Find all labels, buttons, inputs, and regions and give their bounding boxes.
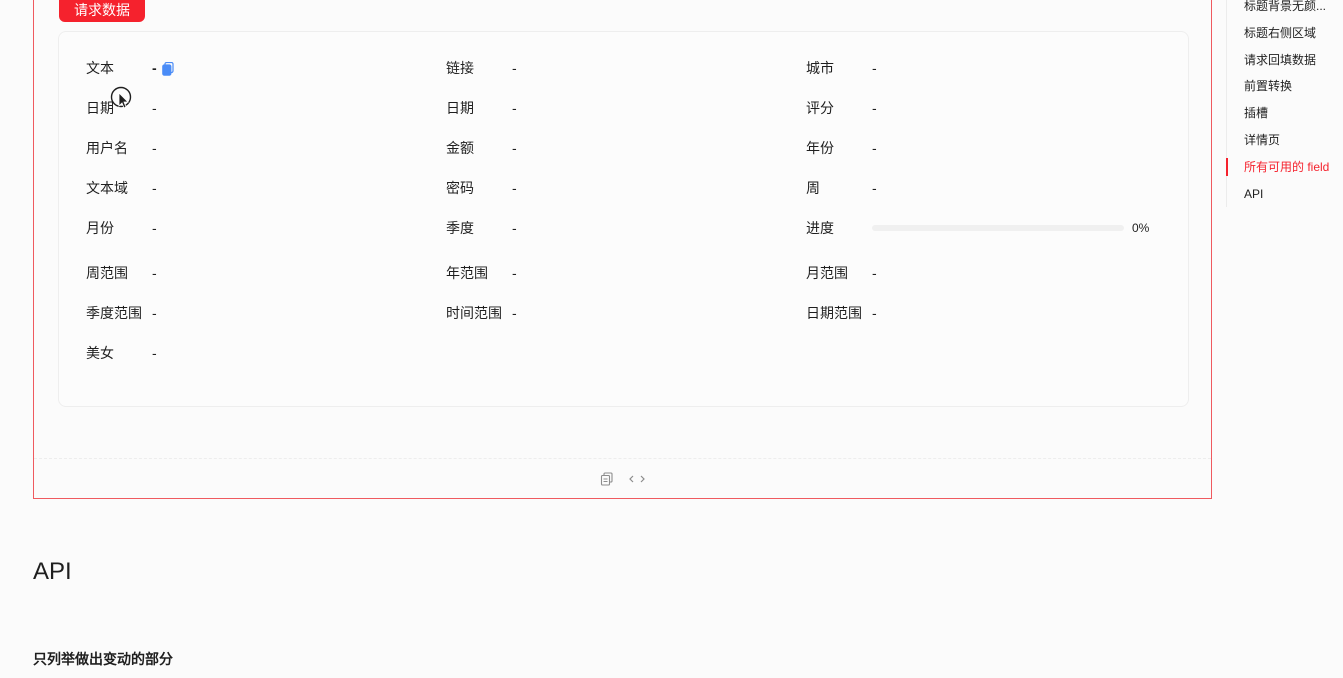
field-label: 密码 <box>446 180 474 196</box>
field-value: - <box>512 100 517 116</box>
field-value: - <box>872 305 877 321</box>
field-label: 年份 <box>806 140 834 156</box>
field-value: - <box>872 60 877 76</box>
demo-frame: 请求数据 文本 - 链接 - 城市 - 日期 - 日期 - 评分 - 用户名 -… <box>33 0 1212 499</box>
anchor-item-detail[interactable]: 详情页 <box>1244 132 1280 148</box>
field-label: 季度范围 <box>86 305 142 321</box>
progress-bar: 0% <box>872 218 1149 238</box>
field-label: 进度 <box>806 220 834 236</box>
anchor-item-title-bg[interactable]: 标题背景无颜... <box>1244 0 1326 14</box>
field-label: 文本 <box>86 60 114 76</box>
field-label: 文本域 <box>86 180 128 196</box>
anchor-item-title-extra[interactable]: 标题右侧区域 <box>1244 25 1316 41</box>
copy-code-icon[interactable] <box>600 472 614 486</box>
field-label: 评分 <box>806 100 834 116</box>
demo-footer-actions <box>34 458 1211 499</box>
field-value: - <box>872 180 877 196</box>
api-heading: API <box>33 558 72 585</box>
field-progress: 进度 0% <box>806 218 1149 238</box>
field-label: 月份 <box>86 220 114 236</box>
field-label: 金额 <box>446 140 474 156</box>
field-username: 用户名 - <box>86 138 157 158</box>
field-value: - <box>152 220 157 236</box>
field-value: - <box>152 305 157 321</box>
field-label: 用户名 <box>86 140 128 156</box>
field-value: - <box>872 265 877 281</box>
anchor-item-request[interactable]: 请求回填数据 <box>1244 52 1316 68</box>
copy-icon[interactable] <box>161 61 174 76</box>
field-date-2: 日期 - <box>446 98 517 118</box>
field-value: - <box>152 100 157 116</box>
field-label: 周范围 <box>86 265 128 281</box>
field-label: 年范围 <box>446 265 488 281</box>
field-label: 日期范围 <box>806 305 862 321</box>
request-data-button[interactable]: 请求数据 <box>59 0 145 22</box>
field-month: 月份 - <box>86 218 157 238</box>
field-date: 日期 - <box>86 98 157 118</box>
field-value: - <box>512 305 517 321</box>
anchor-item-slot[interactable]: 插槽 <box>1244 105 1268 121</box>
field-city: 城市 - <box>806 58 877 78</box>
field-week: 周 - <box>806 178 877 198</box>
field-month-range: 月范围 - <box>806 263 877 283</box>
field-value: - <box>512 220 517 236</box>
field-value: - <box>512 180 517 196</box>
field-label: 城市 <box>806 60 834 76</box>
field-label: 美女 <box>86 345 114 361</box>
field-value: - <box>152 140 157 156</box>
field-label: 季度 <box>446 220 474 236</box>
field-value: - <box>152 345 157 361</box>
field-value: - <box>872 100 877 116</box>
field-image: 美女 - <box>86 343 157 363</box>
anchor-item-transform[interactable]: 前置转换 <box>1244 78 1292 94</box>
field-time-range: 时间范围 - <box>446 303 517 323</box>
field-value: - <box>152 265 157 281</box>
api-description: 只列举做出变动的部分 <box>33 651 173 667</box>
field-label: 链接 <box>446 60 474 76</box>
field-label: 周 <box>806 180 820 196</box>
descriptions-card: 文本 - 链接 - 城市 - 日期 - 日期 - 评分 - 用户名 - 金额 -… <box>58 31 1189 407</box>
field-money: 金额 - <box>446 138 517 158</box>
field-value: - <box>152 180 157 196</box>
field-value: - <box>512 140 517 156</box>
anchor-active-indicator <box>1226 158 1228 176</box>
field-password: 密码 - <box>446 178 517 198</box>
progress-track <box>872 225 1124 231</box>
field-year: 年份 - <box>806 138 877 158</box>
field-quarter: 季度 - <box>446 218 517 238</box>
field-date-range: 日期范围 - <box>806 303 877 323</box>
field-label: 月范围 <box>806 265 848 281</box>
field-value: - <box>152 60 157 76</box>
field-value: - <box>512 265 517 281</box>
anchor-nav: 标题背景无颜... 标题右侧区域 请求回填数据 前置转换 插槽 详情页 所有可用… <box>1226 0 1343 207</box>
expand-code-icon[interactable] <box>628 472 646 486</box>
field-rate: 评分 - <box>806 98 877 118</box>
field-year-range: 年范围 - <box>446 263 517 283</box>
field-link: 链接 - <box>446 58 517 78</box>
field-label: 日期 <box>446 100 474 116</box>
field-label: 时间范围 <box>446 305 502 321</box>
field-label: 日期 <box>86 100 114 116</box>
field-textarea: 文本域 - <box>86 178 157 198</box>
field-week-range: 周范围 - <box>86 263 157 283</box>
anchor-item-api[interactable]: API <box>1244 186 1263 202</box>
field-value: - <box>872 140 877 156</box>
field-text: 文本 - <box>86 58 174 78</box>
progress-text: 0% <box>1132 221 1150 235</box>
page: 请求数据 文本 - 链接 - 城市 - 日期 - 日期 - 评分 - 用户名 -… <box>0 0 1343 678</box>
field-quarter-range: 季度范围 - <box>86 303 157 323</box>
field-value: - <box>512 60 517 76</box>
anchor-item-all-fields[interactable]: 所有可用的 field <box>1244 159 1329 175</box>
